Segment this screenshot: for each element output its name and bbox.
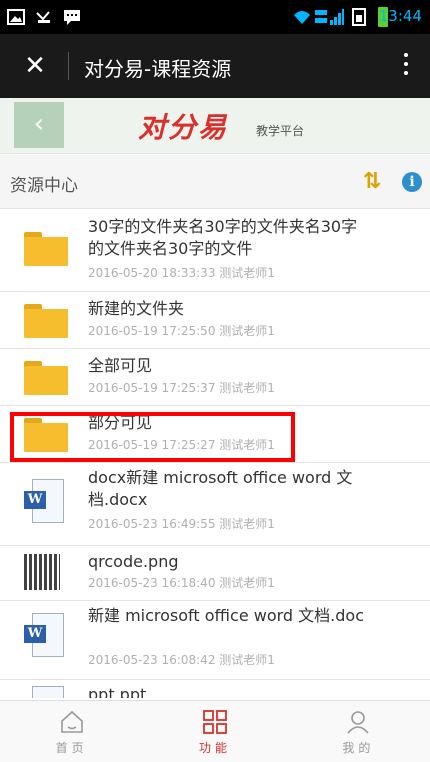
folder-icon xyxy=(24,304,68,338)
signal-icon xyxy=(314,8,344,26)
section-title: 资源中心 xyxy=(10,176,78,196)
highlight-box xyxy=(10,412,295,462)
list-item[interactable]: 30字的文件夹名30字的文件夹名30字的文件夹名30字的文件 2016-05-2… xyxy=(0,210,430,292)
page-title: 对分易-课程资源 xyxy=(84,57,232,81)
item-name: 新建的文件夹 xyxy=(88,299,185,318)
sim-icon xyxy=(350,8,368,26)
item-meta: 2016-05-19 17:25:37 测试老师1 xyxy=(88,381,275,395)
gallery-icon xyxy=(6,8,26,26)
wifi-icon xyxy=(292,8,312,26)
resource-header: 资源中心 ⇅ i xyxy=(0,155,430,209)
nav-mine[interactable]: 我的 xyxy=(287,701,430,762)
item-meta: 2016-05-19 17:25:50 测试老师1 xyxy=(88,324,275,338)
item-name: qrcode.png xyxy=(88,552,179,571)
item-meta: 2016-05-23 16:49:55 测试老师1 xyxy=(88,517,275,531)
sort-icon[interactable]: ⇅ xyxy=(360,169,384,195)
brand-subtitle: 教学平台 xyxy=(256,124,305,138)
nav-functions[interactable]: 功能 xyxy=(143,701,286,762)
item-meta: 2016-05-20 18:33:33 测试老师1 xyxy=(88,266,275,280)
item-name: docx新建 microsoft office word 文档.docx xyxy=(88,468,353,509)
list-item[interactable]: W 新建 microsoft office word 文档.doc 2016-0… xyxy=(0,601,430,680)
nav-label: 首页 xyxy=(55,741,88,755)
message-icon xyxy=(62,8,82,26)
brand-logo: 对分易 xyxy=(138,111,229,144)
word-document-icon: W xyxy=(24,613,64,659)
item-name: 全部可见 xyxy=(88,356,153,375)
word-document-icon: W xyxy=(24,479,64,525)
item-name: 30字的文件夹名30字的文件夹名30字的文件夹名30字的文件 xyxy=(88,217,358,258)
info-icon[interactable]: i xyxy=(402,172,422,192)
folder-icon xyxy=(24,232,68,266)
title-bar: ✕ 对分易-课程资源 xyxy=(0,34,430,98)
list-item[interactable]: 全部可见 2016-05-19 17:25:37 测试老师1 xyxy=(0,349,430,406)
qrcode-image-icon xyxy=(24,554,60,590)
item-meta: 2016-05-23 16:08:42 测试老师1 xyxy=(88,653,275,667)
item-name: ppt.ppt xyxy=(88,685,147,698)
nav-home[interactable]: 首页 xyxy=(0,701,143,762)
nav-label: 我的 xyxy=(342,741,375,755)
logo-bar: ‹ 对分易 教学平台 xyxy=(0,98,430,154)
missed-call-icon xyxy=(34,8,54,26)
bottom-nav: 首页 功能 我的 xyxy=(0,700,430,762)
chevron-left-icon: ‹ xyxy=(33,109,45,139)
list-item[interactable]: W docx新建 microsoft office word 文档.docx 2… xyxy=(0,463,430,546)
back-button[interactable]: ‹ xyxy=(14,102,64,148)
list-item[interactable]: P ppt.ppt xyxy=(0,680,430,698)
folder-icon xyxy=(24,361,68,395)
grid-icon xyxy=(203,710,227,734)
close-icon[interactable]: ✕ xyxy=(18,49,52,83)
more-vertical-icon[interactable] xyxy=(394,48,418,84)
status-time: 13:44 xyxy=(378,7,422,25)
status-bar: 13:44 xyxy=(0,0,430,34)
home-icon xyxy=(60,710,83,733)
list-item[interactable]: qrcode.png 2016-05-23 16:18:40 测试老师1 xyxy=(0,546,430,601)
powerpoint-document-icon: P xyxy=(24,686,64,698)
user-icon xyxy=(347,711,369,734)
nav-label: 功能 xyxy=(198,741,231,755)
list-item[interactable]: 新建的文件夹 2016-05-19 17:25:50 测试老师1 xyxy=(0,292,430,349)
title-divider xyxy=(68,52,69,80)
item-meta: 2016-05-23 16:18:40 测试老师1 xyxy=(88,576,275,590)
item-name: 新建 microsoft office word 文档.doc xyxy=(88,606,364,625)
